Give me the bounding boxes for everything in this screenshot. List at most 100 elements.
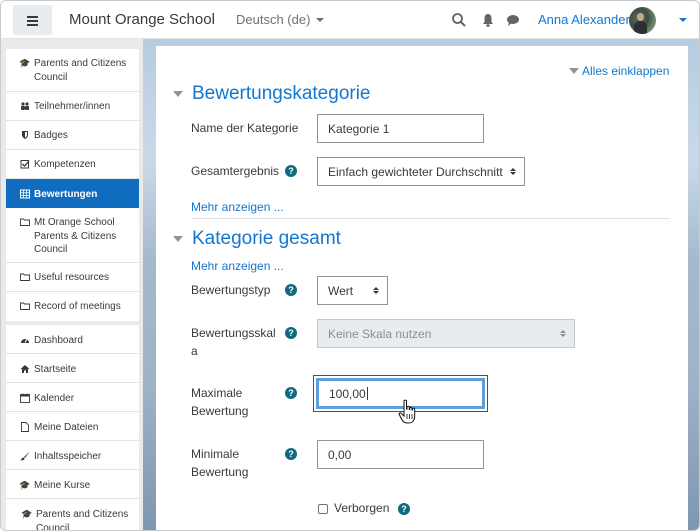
sidebar-item-participants[interactable]: Teilnehmer/innen: [6, 92, 139, 121]
sidebar-item-label: Badges: [34, 130, 68, 141]
sidebar-item-course[interactable]: 🎓 Parents and Citizens Council: [6, 499, 139, 531]
drawer-toggle-button[interactable]: [13, 5, 52, 35]
help-icon[interactable]: ?: [285, 448, 297, 460]
section-toggle-category-total[interactable]: Kategorie gesamt: [173, 228, 341, 250]
category-name-input[interactable]: Kategorie 1: [317, 114, 484, 143]
sidebar-item-section[interactable]: Mt Orange School Parents & Citizens Coun…: [6, 208, 139, 263]
help-icon[interactable]: ?: [285, 284, 297, 296]
collapse-all-link[interactable]: Alles einklappen: [569, 64, 669, 78]
sidebar-item-label: Bewertungen: [34, 189, 98, 200]
help-icon[interactable]: ?: [285, 165, 297, 177]
section-divider: [191, 218, 670, 219]
sidebar-item-label: Inhaltsspeicher: [34, 451, 102, 462]
sidebar-item-grades[interactable]: Bewertungen: [6, 179, 139, 208]
scale-label-line1: Bewertungsskal: [191, 326, 276, 340]
scale-select: Keine Skala nutzen: [317, 319, 575, 348]
folder-icon: [20, 301, 30, 311]
chevron-down-icon: [316, 17, 325, 22]
sidebar-item-competencies[interactable]: Kompetenzen: [6, 150, 139, 179]
scale-label-line2: a: [191, 344, 198, 358]
user-menu-name[interactable]: Anna Alexander: [538, 12, 630, 27]
sidebar-item-section[interactable]: Record of meetings: [6, 292, 139, 321]
course-nav-group: 🎓 Parents and Citizens Council Teilnehme…: [6, 49, 139, 321]
select-arrows-icon: [373, 287, 379, 294]
help-icon[interactable]: ?: [285, 387, 297, 399]
file-icon: [20, 422, 30, 432]
sidebar-item-label: Mt Orange School Parents & Citizens Coun…: [34, 217, 117, 255]
sidebar-item-my-files[interactable]: Meine Dateien: [6, 412, 139, 441]
checkbox-icon: [20, 159, 30, 169]
chat-icon[interactable]: [505, 12, 521, 28]
section-title: Kategorie gesamt: [192, 228, 341, 249]
site-nav-group: Dashboard Startseite Kalender Meine Date…: [6, 325, 139, 531]
users-icon: [20, 101, 30, 111]
grade-type-value: Wert: [328, 283, 354, 298]
graduation-cap-icon: 🎓: [21, 508, 33, 519]
shield-icon: [20, 130, 30, 140]
help-icon[interactable]: ?: [285, 327, 297, 339]
text-caret: [366, 387, 368, 400]
min-grade-label-line1: Minimale: [191, 447, 240, 461]
select-arrows-icon: [560, 330, 566, 337]
sidebar-item-label: Meine Dateien: [34, 422, 99, 433]
aggregation-select[interactable]: Einfach gewichteter Durchschnitt: [317, 157, 525, 186]
triangle-down-icon: [173, 236, 183, 242]
sidebar-item-label: Meine Kurse: [34, 480, 91, 491]
top-navbar: Mount Orange School Deutsch (de) Anna Al…: [1, 1, 699, 39]
sidebar-item-badges[interactable]: Badges: [6, 121, 139, 150]
show-more-link[interactable]: Mehr anzeigen ...: [191, 259, 284, 273]
calendar-icon: [20, 393, 30, 403]
home-icon: [20, 364, 30, 374]
graduation-cap-icon: 🎓: [19, 479, 31, 490]
sidebar-item-label: Startseite: [34, 364, 77, 375]
hidden-label[interactable]: Verborgen: [334, 501, 389, 515]
triangle-down-icon: [173, 91, 183, 97]
min-grade-value: 0,00: [328, 447, 352, 462]
sidebar-item-course[interactable]: 🎓 Parents and Citizens Council: [6, 49, 139, 92]
max-grade-label-line2: Bewertung: [191, 404, 249, 418]
brush-icon: [20, 451, 30, 461]
sidebar-item-section[interactable]: Useful resources: [6, 263, 139, 292]
sidebar-item-home[interactable]: Startseite: [6, 354, 139, 383]
show-more-link[interactable]: Mehr anzeigen ...: [191, 200, 284, 214]
menu-icon: [27, 15, 38, 26]
sidebar-item-label: Useful resources: [34, 272, 110, 283]
search-icon[interactable]: [451, 12, 467, 28]
section-toggle-grade-category[interactable]: Bewertungskategorie: [173, 83, 371, 105]
sidebar-item-content-bank[interactable]: Inhaltsspeicher: [6, 441, 139, 470]
category-name-label: Name der Kategorie: [191, 121, 299, 135]
sidebar-item-dashboard[interactable]: Dashboard: [6, 325, 139, 354]
min-grade-input[interactable]: 0,00: [317, 440, 484, 469]
grade-type-select[interactable]: Wert: [317, 276, 388, 305]
bell-icon[interactable]: [480, 12, 496, 28]
min-grade-label-line2: Bewertung: [191, 465, 249, 479]
sidebar-item-calendar[interactable]: Kalender: [6, 383, 139, 412]
site-name[interactable]: Mount Orange School: [69, 11, 215, 28]
max-grade-value: 100,00: [329, 386, 366, 401]
folder-icon: [20, 217, 30, 227]
category-name-value: Kategorie 1: [328, 121, 390, 136]
aggregation-value: Einfach gewichteter Durchschnitt: [328, 164, 503, 179]
language-label: Deutsch (de): [236, 12, 311, 27]
hand-pointer-cursor-icon: [398, 399, 416, 424]
hidden-checkbox[interactable]: [318, 504, 328, 514]
language-menu[interactable]: Deutsch (de): [236, 12, 325, 27]
sidebar-item-label: Dashboard: [34, 335, 83, 346]
scale-value: Keine Skala nutzen: [328, 326, 432, 341]
max-grade-label: Maximale Bewertung: [191, 384, 248, 420]
grade-type-label: Bewertungstyp: [191, 283, 271, 297]
scale-label: Bewertungsskal a: [191, 324, 276, 360]
sidebar-item-label: Kalender: [34, 393, 75, 404]
browser-frame: Mount Orange School Deutsch (de) Anna Al…: [0, 0, 700, 531]
dashboard-icon: [20, 335, 30, 345]
min-grade-label: Minimale Bewertung: [191, 445, 248, 481]
folder-icon: [20, 272, 30, 282]
help-icon[interactable]: ?: [398, 503, 410, 515]
avatar[interactable]: [629, 7, 656, 34]
user-menu-chevron-icon[interactable]: [679, 18, 687, 22]
sidebar-item-label: Record of meetings: [34, 301, 121, 312]
sidebar-item-my-courses[interactable]: 🎓 Meine Kurse: [6, 470, 139, 499]
sidebar-item-label: Teilnehmer/innen: [34, 101, 111, 112]
aggregation-label: Gesamtergebnis: [191, 164, 280, 178]
collapse-all-label: Alles einklappen: [582, 64, 670, 78]
